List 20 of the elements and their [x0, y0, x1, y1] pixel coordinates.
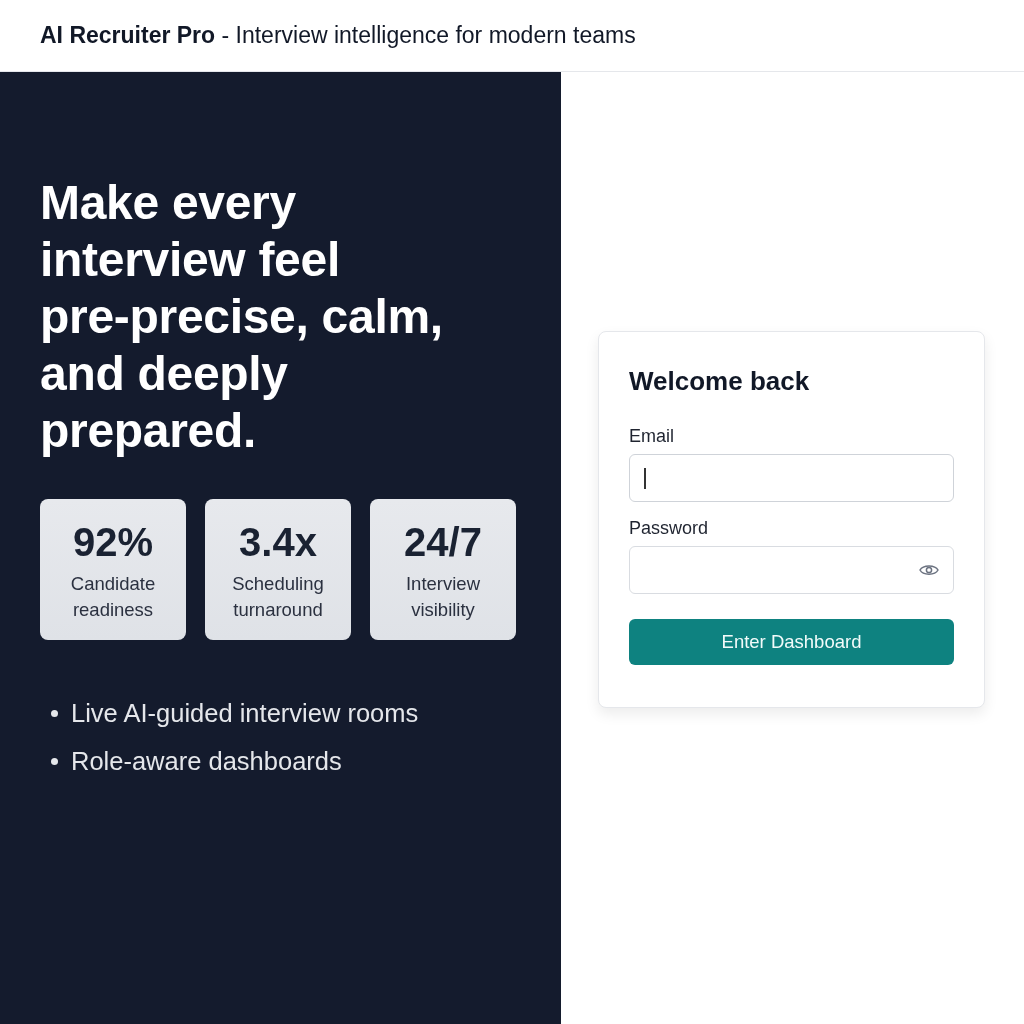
stat-value: 3.4x — [239, 519, 317, 565]
eye-icon[interactable] — [919, 563, 939, 577]
feature-item: Role-aware dashboards — [71, 746, 342, 777]
input-field[interactable] — [629, 454, 954, 502]
bullet-icon — [51, 709, 58, 717]
stat-label: Interview visibility — [405, 572, 481, 622]
password-field[interactable] — [629, 546, 954, 594]
field-label: Email — [629, 425, 675, 448]
field-label: Password — [629, 517, 710, 540]
stat-value: 92% — [72, 519, 154, 565]
stat-label: Scheduling turnaround — [231, 572, 325, 622]
page-title: AI Recruiter Pro - Interview intelligence for modern teams — [40, 22, 636, 49]
feature-item: Live AI-guided interview rooms — [71, 698, 419, 729]
stat-value: 24/7 — [404, 519, 482, 565]
login-title: Welcome back — [629, 365, 811, 398]
text-cursor-icon — [644, 467, 646, 489]
submit-button[interactable]: Enter Dashboard — [629, 619, 954, 665]
bullet-icon — [51, 757, 58, 765]
hero-headline: Make every interview feel pre-precise, calm, and deeply prepared. — [40, 175, 444, 459]
stat-label: Candidate readiness — [69, 572, 157, 622]
